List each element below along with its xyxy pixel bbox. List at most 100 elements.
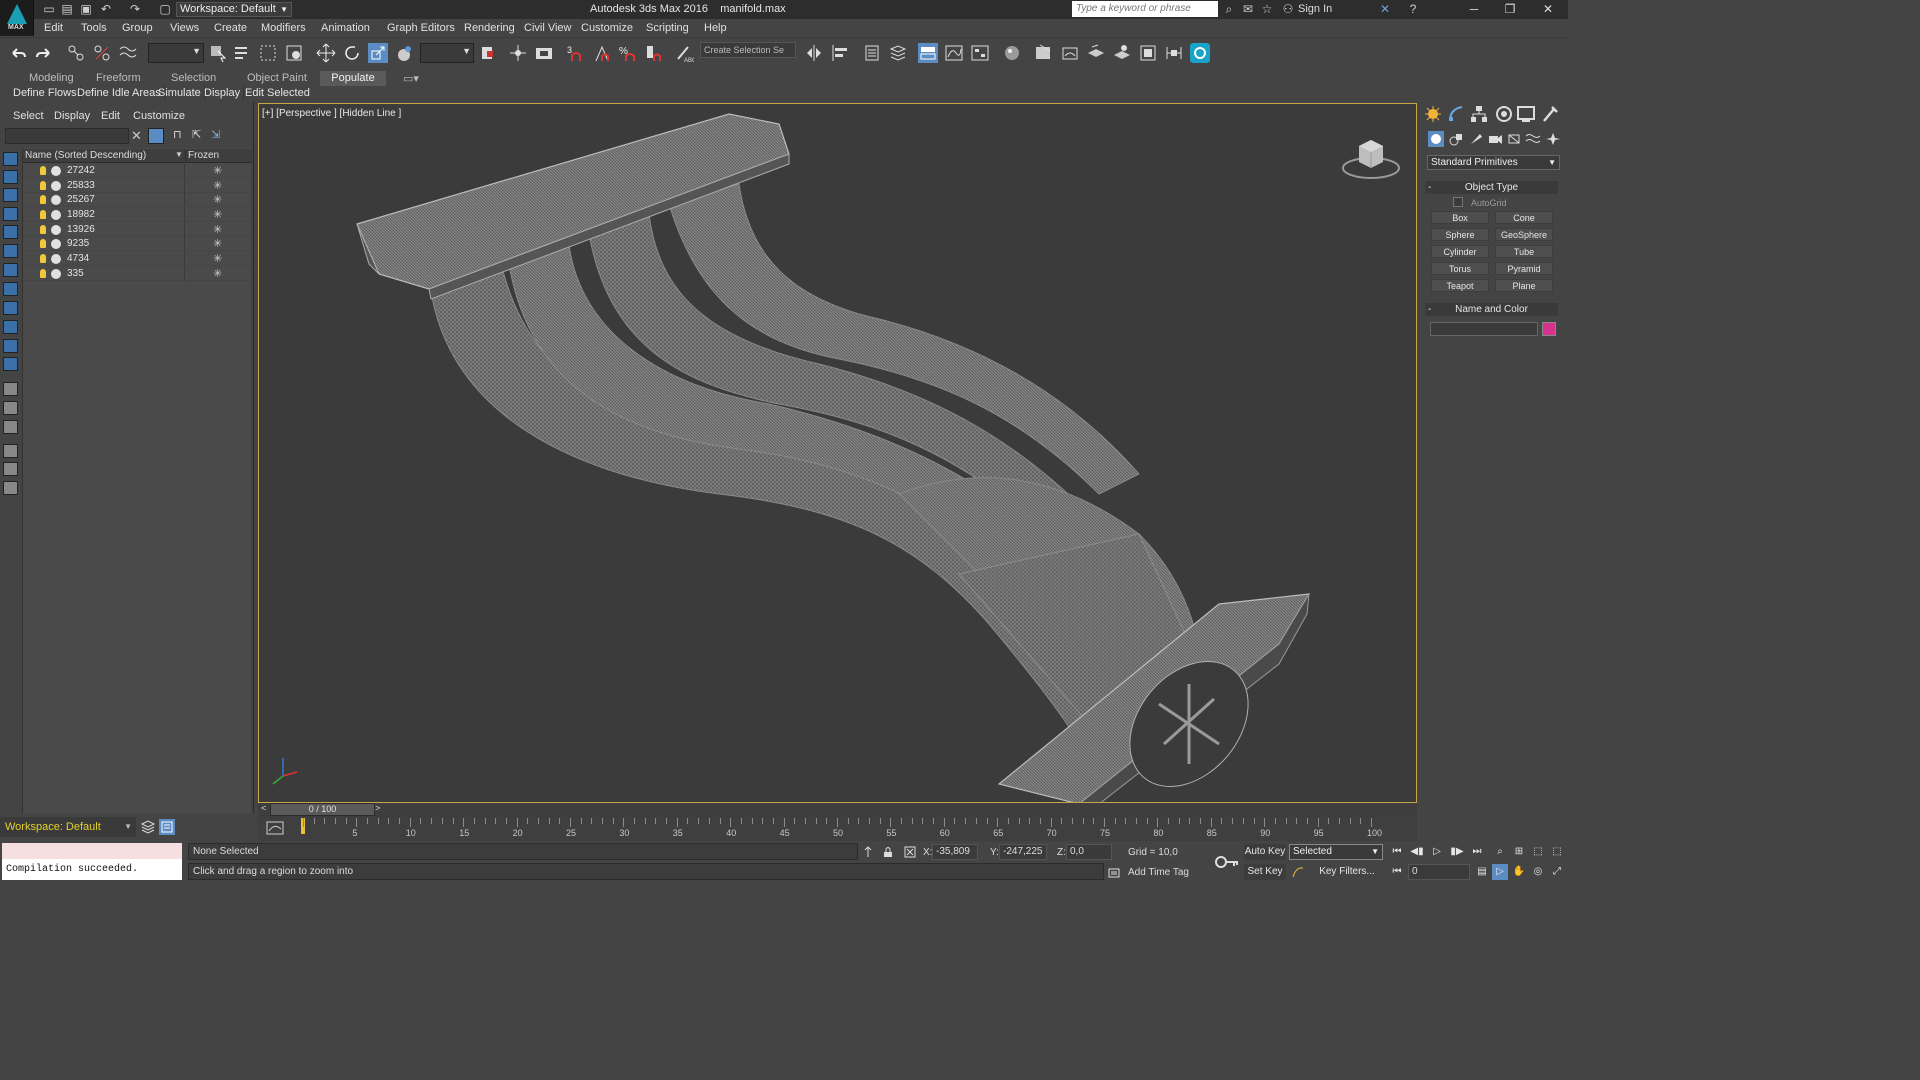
toggle-layer-explorer-icon[interactable]	[888, 43, 908, 63]
workspace-selector[interactable]: Workspace: Default ▼	[0, 817, 136, 837]
render-in-cloud-icon[interactable]	[1112, 43, 1132, 63]
time-slider[interactable]: < 0 / 100 >	[258, 803, 1417, 817]
helpers-category-icon[interactable]	[1506, 131, 1522, 147]
minimize-button[interactable]: ─	[1456, 0, 1492, 19]
frozen-icon[interactable]: ✳	[213, 193, 222, 206]
display-lights-icon[interactable]	[3, 244, 18, 258]
explorer-menu-customize[interactable]: Customize	[133, 110, 185, 122]
auto-key-button[interactable]: Auto Key	[1244, 844, 1286, 860]
time-tag-icon[interactable]	[1108, 867, 1120, 879]
unlink-icon[interactable]	[92, 43, 112, 63]
user-icon[interactable]: ⚇	[1281, 2, 1295, 16]
list-item[interactable]: 18982 ✳	[23, 208, 252, 222]
list-item[interactable]: 9235 ✳	[23, 237, 252, 251]
tube-button[interactable]: Tube	[1495, 245, 1553, 258]
menu-group[interactable]: Group	[122, 22, 153, 34]
spinner-snap-icon[interactable]	[644, 43, 664, 63]
name-and-color-rollout[interactable]: - Name and Color	[1425, 303, 1558, 316]
move-icon[interactable]	[316, 43, 336, 63]
explorer-toggle-icon[interactable]	[159, 819, 175, 835]
display-none-icon[interactable]	[3, 152, 18, 166]
menu-graph-editors[interactable]: Graph Editors	[387, 22, 455, 34]
layers-icon[interactable]	[140, 819, 156, 835]
display-space-warps-icon[interactable]	[3, 301, 18, 315]
tab-modeling[interactable]: Modeling	[22, 71, 81, 86]
light-bulb-icon[interactable]	[40, 254, 46, 263]
display-shapes-icon[interactable]	[3, 225, 18, 239]
toggle-ribbon-icon[interactable]	[918, 43, 938, 63]
column-frozen-header[interactable]: Frozen	[185, 150, 219, 161]
zoom-all-icon[interactable]: ⊞	[1511, 844, 1527, 860]
light-bulb-icon[interactable]	[40, 166, 46, 175]
menu-views[interactable]: Views	[170, 22, 199, 34]
autogrid-checkbox[interactable]	[1453, 197, 1463, 207]
frozen-icon[interactable]: ✳	[213, 252, 222, 265]
frozen-icon[interactable]: ✳	[213, 179, 222, 192]
rotate-icon[interactable]	[342, 43, 362, 63]
lock-icon[interactable]: ⊓	[173, 128, 182, 141]
isolate-selection-icon[interactable]	[862, 846, 874, 858]
snaps-toggle-icon[interactable]: 3	[566, 43, 586, 63]
current-frame-field[interactable]: 0	[1408, 864, 1470, 880]
go-to-end-icon[interactable]: ⏭	[1469, 844, 1485, 860]
pyramid-button[interactable]: Pyramid	[1495, 262, 1553, 275]
plane-button[interactable]: Plane	[1495, 279, 1553, 292]
time-configuration-icon[interactable]: ▤	[1474, 864, 1490, 880]
previous-frame-icon[interactable]: <	[261, 803, 266, 813]
mini-curve-editor-icon[interactable]	[266, 821, 284, 835]
explorer-menu-select[interactable]: Select	[13, 110, 44, 122]
invert-display-icon[interactable]	[3, 188, 18, 202]
display-children-icon[interactable]	[3, 382, 18, 396]
filter-funnel-icon[interactable]	[3, 444, 18, 458]
edit-named-selection-icon[interactable]: ABC	[674, 43, 694, 63]
menu-create[interactable]: Create	[214, 22, 247, 34]
bind-space-warp-icon[interactable]	[118, 43, 138, 63]
menu-rendering[interactable]: Rendering	[464, 22, 515, 34]
select-manipulate-icon[interactable]	[508, 43, 528, 63]
angle-snap-icon[interactable]	[592, 43, 612, 63]
y-coordinate-field[interactable]: -247,225	[999, 844, 1047, 860]
add-time-tag[interactable]: Add Time Tag	[1128, 867, 1189, 878]
geosphere-button[interactable]: GeoSphere	[1495, 228, 1553, 241]
list-item[interactable]: 13926 ✳	[23, 223, 252, 237]
lights-category-icon[interactable]	[1468, 131, 1484, 147]
utilities-tab-icon[interactable]	[1540, 105, 1560, 123]
space-warps-category-icon[interactable]	[1525, 131, 1541, 147]
autodesk-a360-icon[interactable]	[1190, 43, 1210, 63]
play-icon[interactable]: ▷	[1429, 844, 1445, 860]
define-flows-button[interactable]: Define Flows	[10, 86, 81, 100]
list-item[interactable]: 25833 ✳	[23, 179, 252, 193]
tab-object-paint[interactable]: Object Paint	[240, 71, 314, 86]
x-coordinate-field[interactable]: -35,809	[932, 844, 978, 860]
cylinder-button[interactable]: Cylinder	[1431, 245, 1489, 258]
redo-icon[interactable]	[34, 43, 54, 63]
communication-icon[interactable]: ✉	[1241, 2, 1255, 16]
teapot-button[interactable]: Teapot	[1431, 279, 1489, 292]
view-cube[interactable]	[1341, 130, 1401, 182]
light-bulb-icon[interactable]	[40, 210, 46, 219]
help-search-input[interactable]: Type a keyword or phrase	[1072, 1, 1218, 17]
motion-tab-icon[interactable]	[1494, 105, 1514, 123]
new-file-icon[interactable]: ▭	[42, 2, 56, 16]
keyboard-shortcut-override-icon[interactable]	[534, 43, 554, 63]
frozen-icon[interactable]: ✳	[213, 164, 222, 177]
light-bulb-icon[interactable]	[40, 225, 46, 234]
menu-customize[interactable]: Customize	[581, 22, 633, 34]
cameras-category-icon[interactable]	[1487, 131, 1503, 147]
geometry-category-icon[interactable]	[1428, 131, 1444, 147]
filter-options-icon[interactable]	[3, 462, 18, 476]
reference-coordinate-dropdown[interactable]: ▼	[420, 43, 474, 63]
tab-selection[interactable]: Selection	[164, 71, 223, 86]
tab-populate[interactable]: Populate	[320, 71, 386, 86]
toggle-scene-explorer-icon[interactable]	[862, 43, 882, 63]
open-file-icon[interactable]: ▤	[60, 2, 74, 16]
maxscript-listener-input[interactable]	[2, 843, 182, 859]
menu-modifiers[interactable]: Modifiers	[261, 22, 306, 34]
render-setup-icon[interactable]	[1034, 43, 1054, 63]
rectangular-selection-icon[interactable]	[258, 43, 278, 63]
curve-editor-icon[interactable]	[944, 43, 964, 63]
clear-search-icon[interactable]: ✕	[131, 128, 142, 144]
maxscript-output[interactable]: Compilation succeeded.	[2, 859, 182, 880]
project-folder-icon[interactable]: ▢	[158, 2, 172, 16]
object-type-rollout[interactable]: - Object Type	[1425, 181, 1558, 194]
